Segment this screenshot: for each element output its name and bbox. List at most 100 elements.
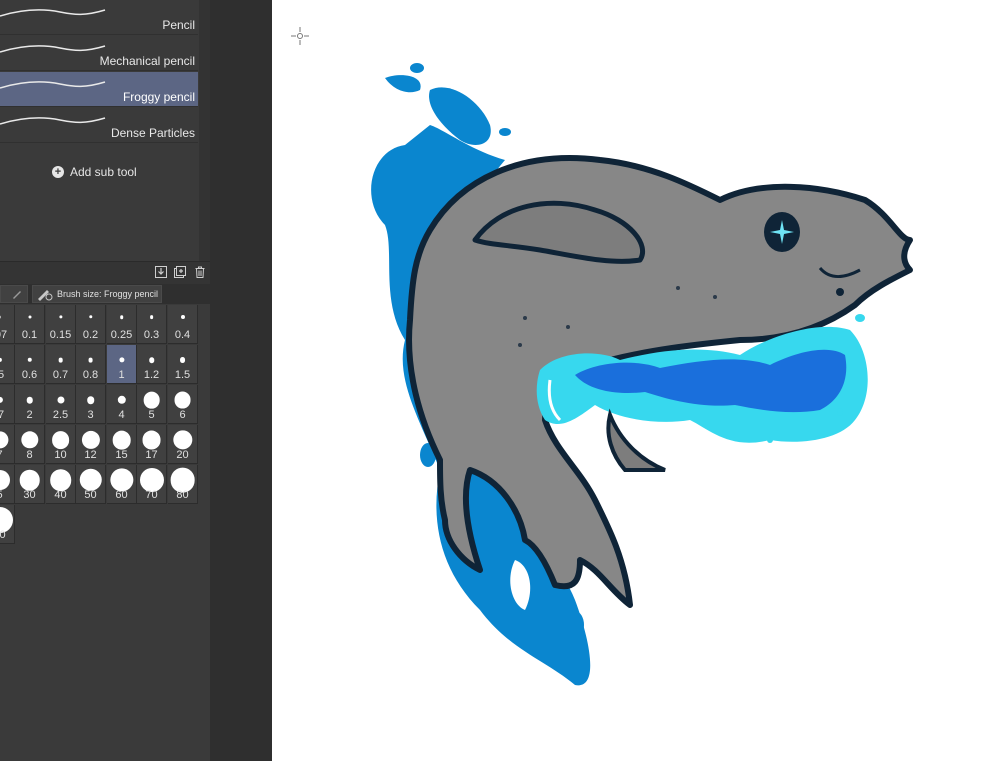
- brush-dot-icon: [49, 469, 72, 491]
- brush-dot-icon: [0, 396, 3, 404]
- brush-size-value: 12: [84, 449, 97, 461]
- brush-size-value: 70: [145, 489, 158, 501]
- brush-size-value: 40: [54, 489, 67, 501]
- sub-tool-item[interactable]: Dense Particles: [0, 108, 198, 143]
- brush-size-cell[interactable]: 0.15: [46, 305, 76, 344]
- brush-size-cell[interactable]: 20: [168, 425, 198, 464]
- brush-dot-icon: [26, 396, 33, 404]
- brush-size-value: 15: [115, 449, 128, 461]
- brush-size-value: 0.6: [21, 369, 38, 381]
- brush-size-cell[interactable]: 5: [0, 465, 15, 504]
- trash-icon[interactable]: [194, 266, 206, 278]
- brush-size-cell[interactable]: 1: [107, 345, 137, 384]
- sub-tool-item[interactable]: Mechanical pencil: [0, 36, 198, 71]
- brush-size-cell[interactable]: 60: [107, 465, 137, 504]
- app-window: Pencil Mechanical pencil Froggy pencil Dens…: [0, 0, 1000, 761]
- stroke-preview-icon: [0, 9, 106, 17]
- brush-size-cell[interactable]: 0.6: [15, 345, 45, 384]
- brush-size-value: 50: [84, 489, 97, 501]
- brush-size-cell[interactable]: 00: [0, 505, 15, 544]
- brush-dot-icon: [180, 314, 185, 320]
- brush-size-cell[interactable]: .07: [0, 305, 15, 344]
- brush-dot-icon: [28, 315, 31, 319]
- brush-size-cell[interactable]: 80: [168, 465, 198, 504]
- brush-size-cell[interactable]: 2.5: [46, 385, 76, 424]
- brush-size-value: 3: [87, 409, 94, 421]
- brush-size-cell[interactable]: 0.1: [15, 305, 45, 344]
- brush-dot-icon: [79, 468, 102, 492]
- brush-size-grid: .07 0.1 0.15 0.2 0.25 0.3 0.4 .5 0.6 0.7 0.8 1 1.2 1.…: [0, 305, 198, 545]
- brush-size-value: 0.8: [82, 369, 99, 381]
- brush-dot-icon: [19, 469, 40, 491]
- sub-tool-item[interactable]: Froggy pencil: [0, 72, 198, 107]
- brush-dot-icon: [58, 357, 63, 363]
- brush-size-cell[interactable]: 3: [76, 385, 106, 424]
- stroke-preview-icon: [0, 45, 106, 53]
- brush-size-cell[interactable]: 12: [76, 425, 106, 464]
- brush-size-cell[interactable]: 17: [137, 425, 167, 464]
- brush-dot-icon: [112, 430, 131, 450]
- sub-tool-label: Mechanical pencil: [99, 54, 195, 68]
- brush-size-cell[interactable]: 0.25: [107, 305, 137, 344]
- brush-size-cell[interactable]: 1.5: [168, 345, 198, 384]
- duplicate-icon[interactable]: [174, 266, 186, 278]
- brush-size-value: 5: [148, 409, 155, 421]
- tab-brush-size[interactable]: Brush size: Froggy pencil: [32, 285, 162, 303]
- brush-size-cell[interactable]: 0.7: [46, 345, 76, 384]
- scrollbar[interactable]: [199, 0, 210, 261]
- brush-size-cell[interactable]: 7: [0, 425, 15, 464]
- panel-gutter: [210, 0, 272, 761]
- sub-tool-label: Dense Particles: [110, 126, 195, 140]
- brush-size-value: 0.4: [174, 329, 191, 341]
- brush-size-cell[interactable]: 2: [15, 385, 45, 424]
- brush-size-cell[interactable]: 15: [107, 425, 137, 464]
- brush-dot-icon: [20, 431, 39, 449]
- brush-dot-icon: [142, 430, 161, 450]
- canvas[interactable]: [272, 0, 1000, 761]
- brush-size-cell[interactable]: 40: [46, 465, 76, 504]
- brush-dot-icon: [174, 391, 191, 409]
- brush-size-cell[interactable]: 70: [137, 465, 167, 504]
- brush-size-cell[interactable]: 10: [46, 425, 76, 464]
- brush-size-value: .5: [0, 369, 14, 381]
- sub-tool-label: Froggy pencil: [122, 90, 195, 104]
- brush-dot-icon: [0, 470, 10, 490]
- brush-size-value: 0.7: [52, 369, 69, 381]
- add-sub-tool-button[interactable]: + Add sub tool: [52, 165, 137, 179]
- brush-size-cell[interactable]: 0.8: [76, 345, 106, 384]
- brush-size-value: 6: [179, 409, 186, 421]
- brush-size-cell[interactable]: 0.2: [76, 305, 106, 344]
- brush-size-value: 0.2: [82, 329, 99, 341]
- brush-size-cell[interactable]: 5: [137, 385, 167, 424]
- brush-size-value: 10: [54, 449, 67, 461]
- brush-size-cell[interactable]: 30: [15, 465, 45, 504]
- brush-size-cell[interactable]: 1.2: [137, 345, 167, 384]
- brush-size-cell[interactable]: .5: [0, 345, 15, 384]
- brush-dot-icon: [0, 315, 1, 319]
- brush-size-value: 4: [118, 409, 125, 421]
- brush-dot-icon: [148, 357, 155, 363]
- brush-size-value: 1: [118, 369, 125, 381]
- brush-size-value: 30: [23, 489, 36, 501]
- add-sub-tool-label: Add sub tool: [70, 165, 137, 179]
- brush-size-cell[interactable]: 50: [76, 465, 106, 504]
- brush-size-cell[interactable]: 6: [168, 385, 198, 424]
- brush-size-cell[interactable]: 0.3: [137, 305, 167, 344]
- brush-size-value: 0.25: [110, 329, 133, 341]
- brush-dot-icon: [149, 315, 154, 319]
- plus-circle-icon: +: [52, 166, 64, 178]
- brush-size-cell[interactable]: 4: [107, 385, 137, 424]
- brush-size-value: 80: [176, 489, 189, 501]
- brush-size-cell[interactable]: .7: [0, 385, 15, 424]
- download-icon[interactable]: [155, 266, 167, 278]
- brush-size-cell[interactable]: 0.4: [168, 305, 198, 344]
- tab-previous[interactable]: [0, 285, 28, 303]
- brush-dot-icon: [179, 357, 186, 363]
- brush-dot-icon: [0, 357, 2, 363]
- brush-size-cell[interactable]: 8: [15, 425, 45, 464]
- brush-dot-icon: [88, 357, 93, 363]
- brush-dot-icon: [81, 430, 100, 450]
- stroke-preview-icon: [0, 117, 106, 125]
- sub-tool-item[interactable]: Pencil: [0, 0, 198, 35]
- sub-tool-panel: Pencil Mechanical pencil Froggy pencil Dens…: [0, 0, 210, 761]
